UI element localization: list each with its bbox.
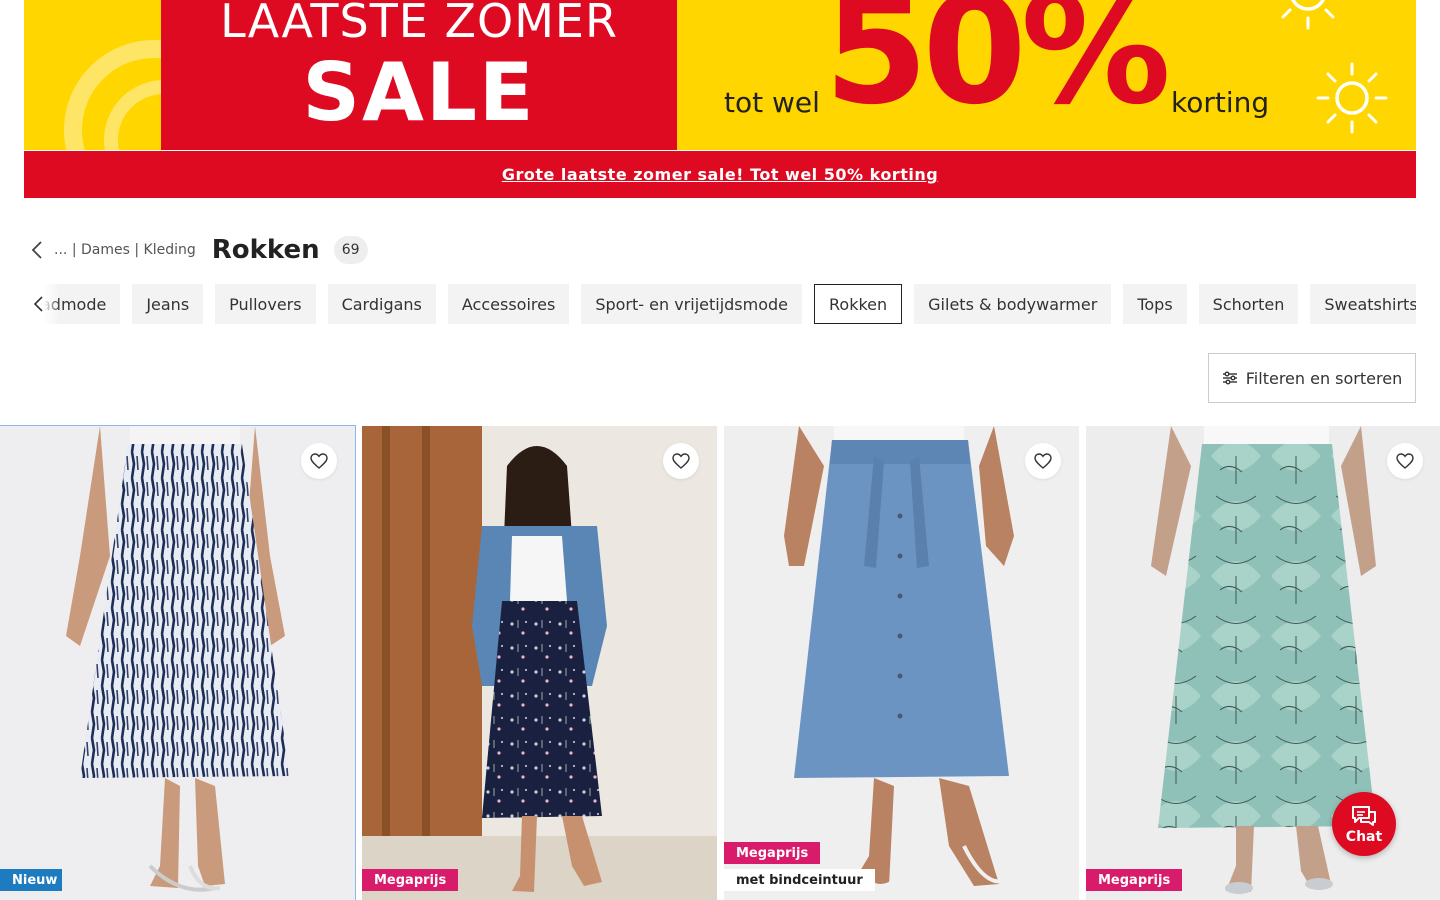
badge-feature: met bindceintuur (724, 869, 875, 891)
breadcrumb-separator: | (134, 242, 140, 258)
category-chip-bar: Badmode Jeans Pullovers Cardigans Access… (24, 284, 1416, 324)
product-grid: Nieuw Megaprijs Megaprijs met bindceintu… (0, 425, 1440, 900)
badge-megaprijs: Megaprijs (362, 869, 459, 891)
badge-new: Nieuw (0, 869, 63, 891)
chat-bubbles-icon (1352, 805, 1376, 826)
breadcrumb-item-dames[interactable]: Dames (81, 242, 130, 258)
product-card[interactable]: Nieuw (0, 425, 356, 900)
favorite-button[interactable] (301, 443, 337, 479)
chat-label: Chat (1345, 828, 1383, 845)
banner-prefix: tot wel (724, 86, 820, 119)
badge-megaprijs: Megaprijs (724, 842, 821, 864)
chevron-left-icon (31, 241, 42, 259)
breadcrumb: ... | Dames | Kleding Rokken 69 (24, 232, 368, 268)
banner-sale-block: LAATSTE ZOMER SALE (161, 0, 677, 150)
category-chip-cardigans[interactable]: Cardigans (327, 284, 436, 324)
breadcrumb-trail: ... | Dames | Kleding (54, 242, 196, 258)
sliders-icon (1222, 371, 1237, 385)
product-image (724, 426, 1079, 900)
badge-megaprijs: Megaprijs (1086, 869, 1183, 891)
category-chip-jeans[interactable]: Jeans (132, 284, 204, 324)
favorite-button[interactable] (663, 443, 699, 479)
heart-icon (1396, 453, 1414, 469)
product-image (0, 426, 355, 900)
breadcrumb-item-kleding[interactable]: Kleding (144, 242, 196, 258)
breadcrumb-ellipsis[interactable]: ... (54, 242, 67, 258)
category-chip-sport[interactable]: Sport- en vrijetijdsmode (581, 284, 803, 324)
banner-percent: 50% (824, 0, 1171, 138)
chip-scroll-left-button[interactable] (24, 284, 60, 324)
category-chip-gilets[interactable]: Gilets & bodywarmer (914, 284, 1112, 324)
favorite-button[interactable] (1025, 443, 1061, 479)
heart-icon (672, 453, 690, 469)
filter-sort-button[interactable]: Filteren en sorteren (1208, 353, 1416, 403)
product-card[interactable]: Megaprijs (362, 426, 717, 900)
chat-button[interactable]: Chat (1332, 792, 1396, 856)
chevron-left-icon (34, 296, 43, 312)
heart-icon (310, 453, 328, 469)
category-chip-accessoires[interactable]: Accessoires (447, 284, 570, 324)
category-chip-sweatshirts[interactable]: Sweatshirts (1310, 284, 1416, 324)
product-card[interactable]: Megaprijs met bindceintuur (724, 426, 1079, 900)
page-title: Rokken (211, 235, 320, 265)
filter-sort-label: Filteren en sorteren (1245, 368, 1403, 388)
category-chip-pullovers[interactable]: Pullovers (215, 284, 316, 324)
category-chip-schorten[interactable]: Schorten (1198, 284, 1299, 324)
heart-icon (1034, 453, 1052, 469)
banner-sale-text: SALE (302, 46, 536, 139)
sun-icon (1316, 62, 1388, 134)
promo-bar: Grote laatste zomer sale! Tot wel 50% ko… (24, 151, 1416, 198)
product-image (362, 426, 717, 900)
category-chip-rokken[interactable]: Rokken (814, 284, 903, 324)
favorite-button[interactable] (1387, 443, 1423, 479)
back-button[interactable] (24, 232, 50, 268)
promo-link[interactable]: Grote laatste zomer sale! Tot wel 50% ko… (502, 165, 938, 184)
banner-suffix: korting (1171, 86, 1270, 119)
sun-icon (1281, 0, 1335, 30)
sale-banner[interactable]: LAATSTE ZOMER SALE tot wel 50% korting (24, 0, 1416, 150)
result-count-badge: 69 (333, 236, 368, 264)
category-chip-tops[interactable]: Tops (1123, 284, 1187, 324)
breadcrumb-separator: | (71, 242, 77, 258)
banner-headline: LAATSTE ZOMER (220, 0, 618, 48)
